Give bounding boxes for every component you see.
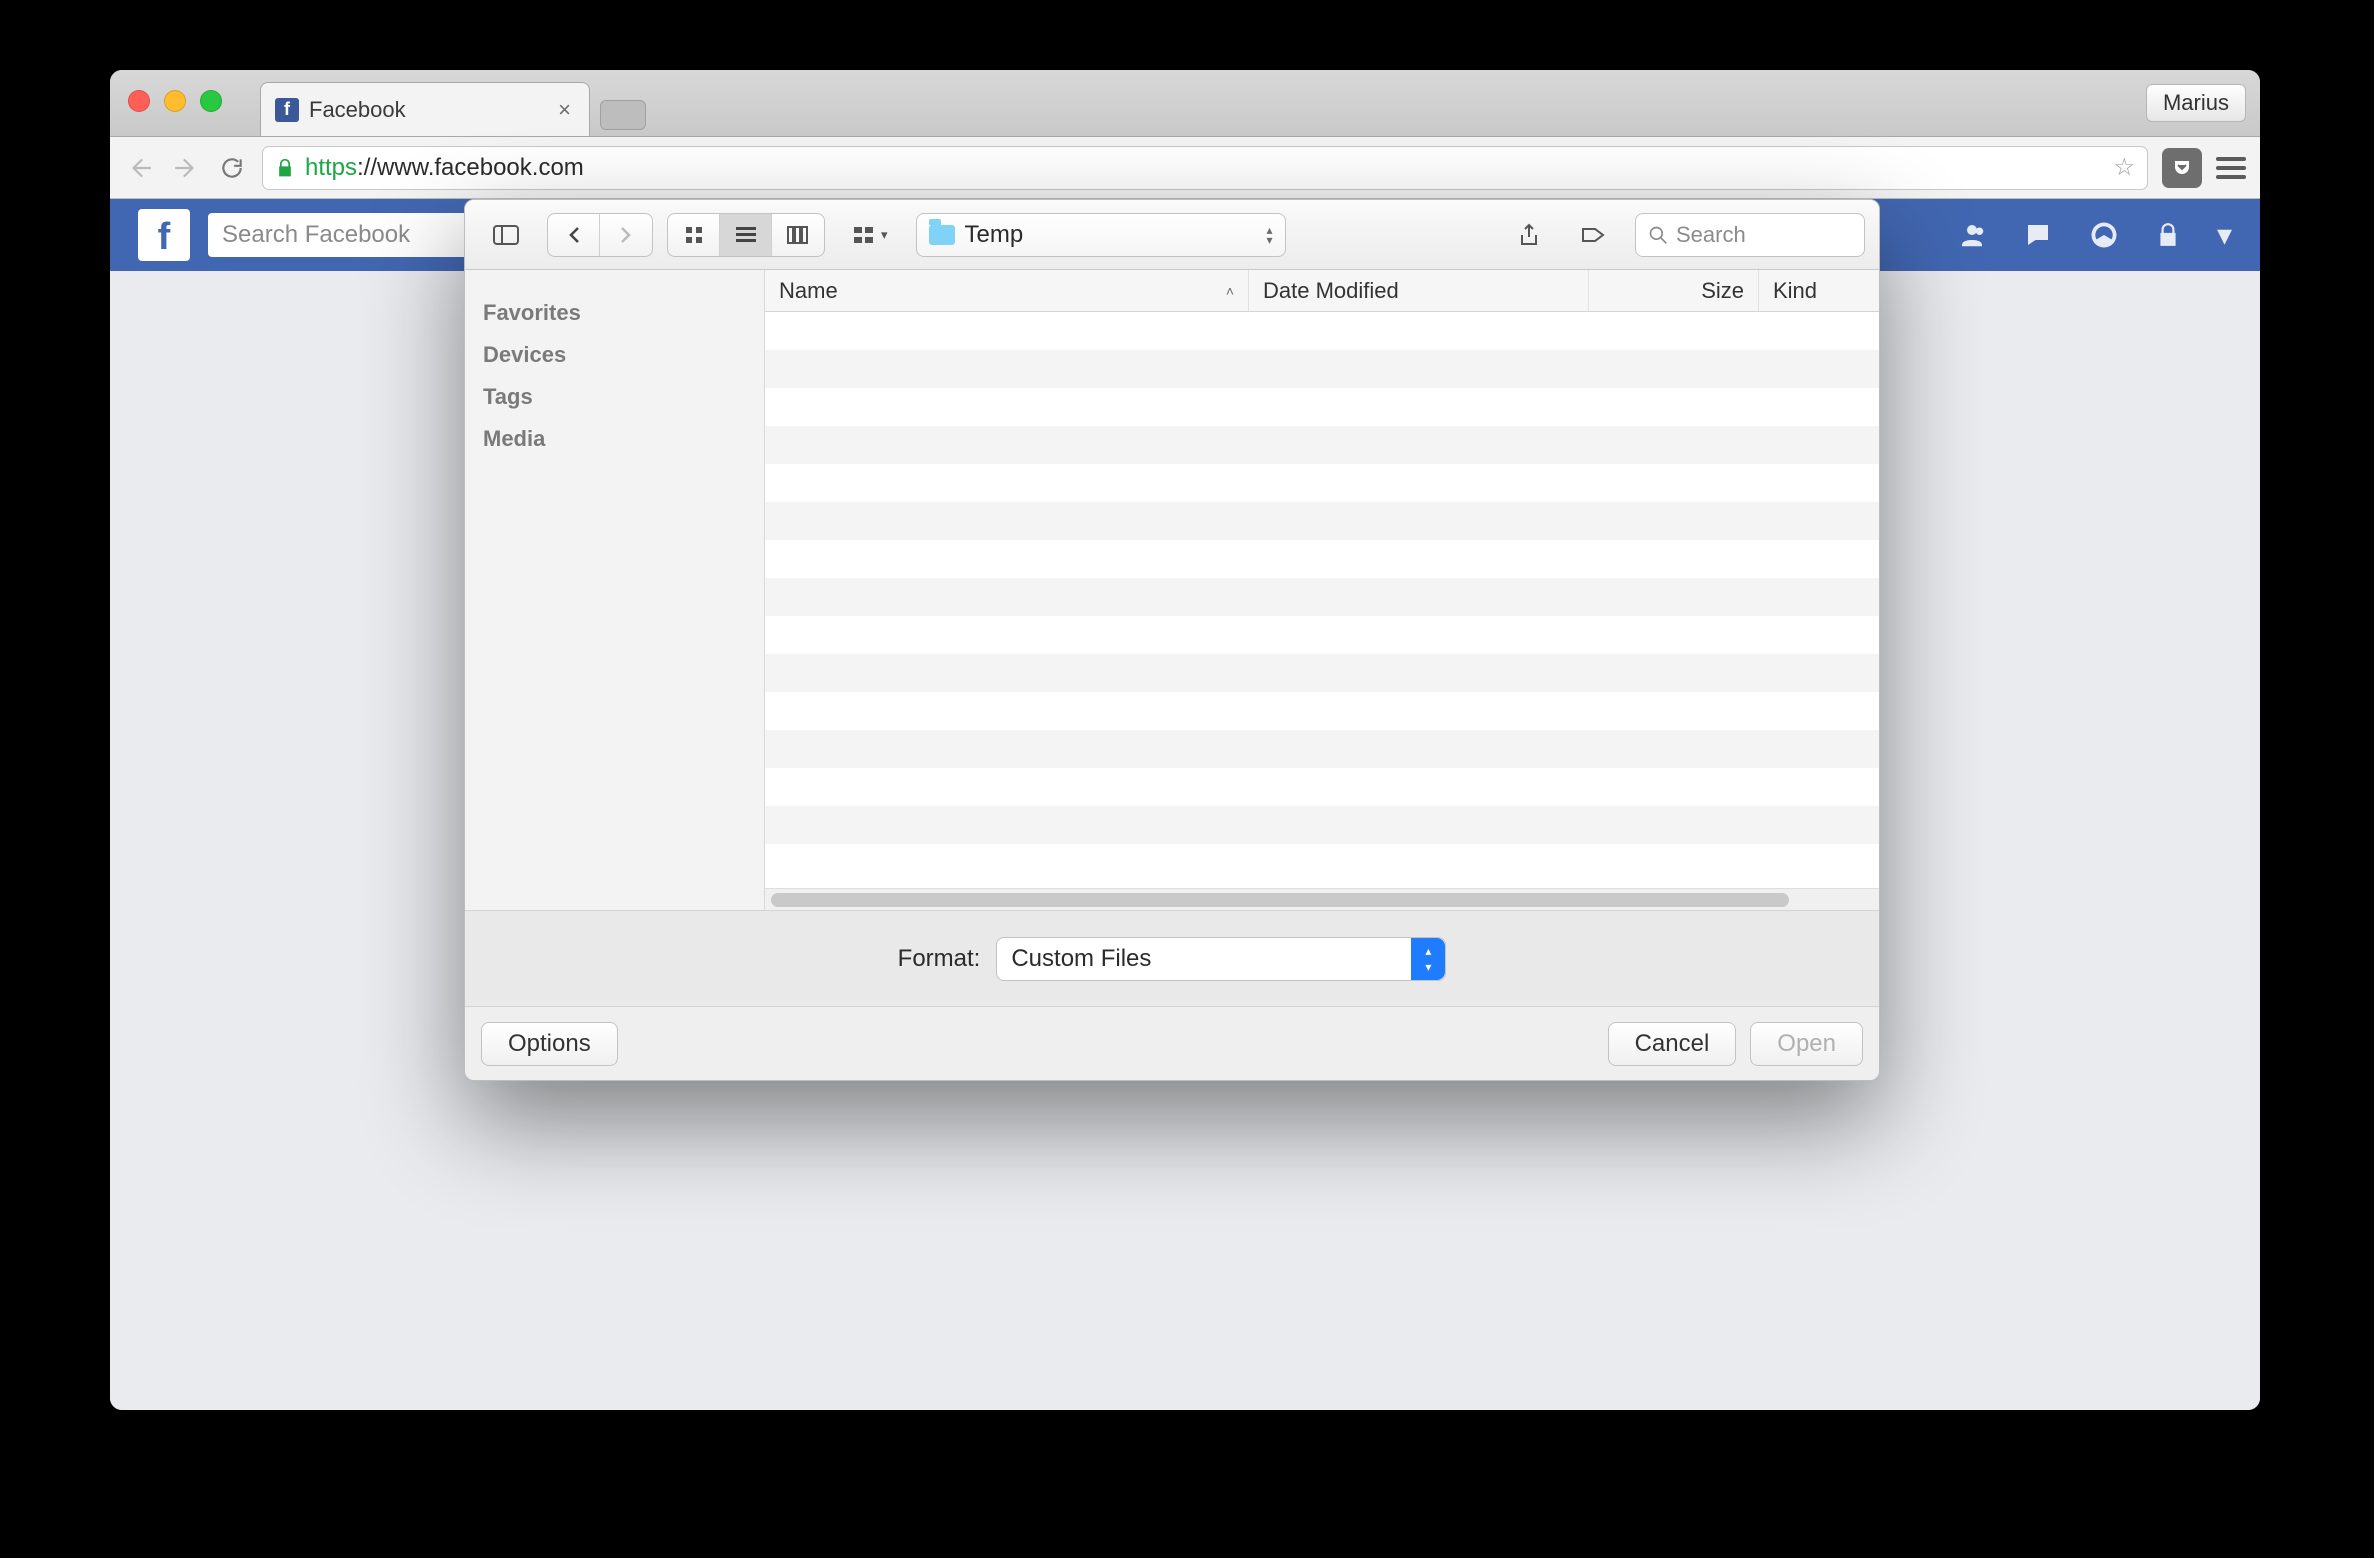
window-controls [128, 90, 222, 112]
url-host-path: ://www.facebook.com [357, 154, 584, 181]
browser-tab[interactable]: f Facebook × [260, 82, 590, 136]
dialog-forward-button[interactable] [600, 214, 652, 256]
sidebar-icon [493, 225, 519, 245]
column-header-name[interactable]: Name ˄ [765, 270, 1249, 311]
forward-button[interactable] [170, 152, 202, 184]
lock-icon [275, 157, 295, 179]
view-mode-segment [667, 213, 825, 257]
select-caret-icon: ▴▾ [1411, 938, 1445, 980]
facebook-search-placeholder: Search Facebook [222, 221, 410, 249]
privacy-shortcuts-icon[interactable] [2155, 222, 2181, 248]
format-select[interactable]: Custom Files ▴▾ [996, 937, 1446, 981]
options-button[interactable]: Options [481, 1022, 618, 1066]
view-list-button[interactable] [720, 214, 772, 256]
reload-button[interactable] [216, 152, 248, 184]
column-header-size[interactable]: Size [1589, 270, 1759, 311]
menu-button[interactable] [2216, 157, 2246, 179]
sidebar-section[interactable]: Devices [483, 342, 746, 368]
cancel-button[interactable]: Cancel [1608, 1022, 1737, 1066]
column-headers: Name ˄ Date Modified Size Kind [765, 270, 1879, 312]
column-header-kind[interactable]: Kind [1759, 270, 1879, 311]
facebook-logo-icon[interactable]: f [138, 209, 190, 261]
view-columns-button[interactable] [772, 214, 824, 256]
back-button[interactable] [124, 152, 156, 184]
pocket-icon [2170, 156, 2194, 180]
minimize-window-button[interactable] [164, 90, 186, 112]
current-folder-name: Temp [965, 221, 1024, 249]
format-value: Custom Files [1011, 945, 1151, 973]
dialog-toolbar: ▾ Temp ▴▾ [465, 200, 1879, 270]
dialog-footer: Options Cancel Open [465, 1006, 1879, 1080]
chevron-down-icon: ▾ [881, 227, 888, 243]
tag-icon [1581, 225, 1607, 245]
file-list-area: Name ˄ Date Modified Size Kind [765, 270, 1879, 910]
messages-icon[interactable] [2023, 220, 2053, 250]
titlebar: f Facebook × Marius [110, 70, 2260, 137]
tags-button[interactable] [1567, 200, 1621, 269]
notifications-icon[interactable] [2089, 220, 2119, 250]
tab-title: Facebook [309, 97, 544, 123]
address-bar[interactable]: https://www.facebook.com ☆ [262, 146, 2148, 190]
stepper-icon: ▴▾ [1267, 225, 1273, 245]
open-file-dialog: ▾ Temp ▴▾ [464, 199, 1880, 1081]
sidebar-section[interactable]: Tags [483, 384, 746, 410]
reload-icon [219, 155, 245, 181]
zoom-window-button[interactable] [200, 90, 222, 112]
sidebar-section[interactable]: Favorites [483, 300, 746, 326]
new-tab-button[interactable] [600, 100, 646, 130]
tab-close-button[interactable]: × [554, 97, 575, 123]
search-icon [1648, 225, 1668, 245]
grid-icon [684, 225, 704, 245]
sidebar-section[interactable]: Media [483, 426, 746, 452]
horizontal-scrollbar[interactable] [765, 888, 1879, 910]
dialog-search-input[interactable]: Search [1635, 213, 1865, 257]
dialog-search-placeholder: Search [1676, 222, 1746, 248]
dialog-sidebar: Favorites Devices Tags Media [465, 270, 765, 910]
open-button[interactable]: Open [1750, 1022, 1863, 1066]
format-row: Format: Custom Files ▴▾ [465, 910, 1879, 1006]
close-window-button[interactable] [128, 90, 150, 112]
dialog-back-button[interactable] [548, 214, 600, 256]
folder-icon [929, 225, 955, 245]
bookmark-star-button[interactable]: ☆ [2113, 153, 2135, 182]
share-icon [1519, 223, 1539, 247]
group-icon [853, 226, 875, 244]
share-button[interactable] [1505, 200, 1553, 269]
column-header-date[interactable]: Date Modified [1249, 270, 1589, 311]
list-icon [735, 226, 757, 244]
chevron-left-icon [567, 226, 581, 244]
profile-button[interactable]: Marius [2146, 84, 2246, 122]
url-scheme: https [305, 154, 357, 181]
friend-requests-icon[interactable] [1957, 220, 1987, 250]
nav-back-forward [547, 213, 653, 257]
facebook-favicon-icon: f [275, 98, 299, 122]
pocket-button[interactable] [2162, 148, 2202, 188]
arrow-right-icon [173, 155, 199, 181]
sort-ascending-icon: ˄ [1226, 283, 1234, 299]
folder-dropdown[interactable]: Temp ▴▾ [916, 213, 1286, 257]
toggle-sidebar-button[interactable] [479, 200, 533, 269]
file-rows[interactable] [765, 312, 1879, 888]
arrow-left-icon [127, 155, 153, 181]
view-icons-button[interactable] [668, 214, 720, 256]
columns-icon [787, 226, 809, 244]
format-label: Format: [898, 945, 981, 973]
account-menu-caret-icon[interactable]: ▾ [2217, 218, 2232, 253]
browser-window: f Facebook × Marius https://www.fac [110, 70, 2260, 1410]
browser-toolbar: https://www.facebook.com ☆ [110, 137, 2260, 199]
chevron-right-icon [619, 226, 633, 244]
group-by-button[interactable]: ▾ [839, 200, 902, 269]
page-content: f Search Facebook ▾ [110, 199, 2260, 1410]
